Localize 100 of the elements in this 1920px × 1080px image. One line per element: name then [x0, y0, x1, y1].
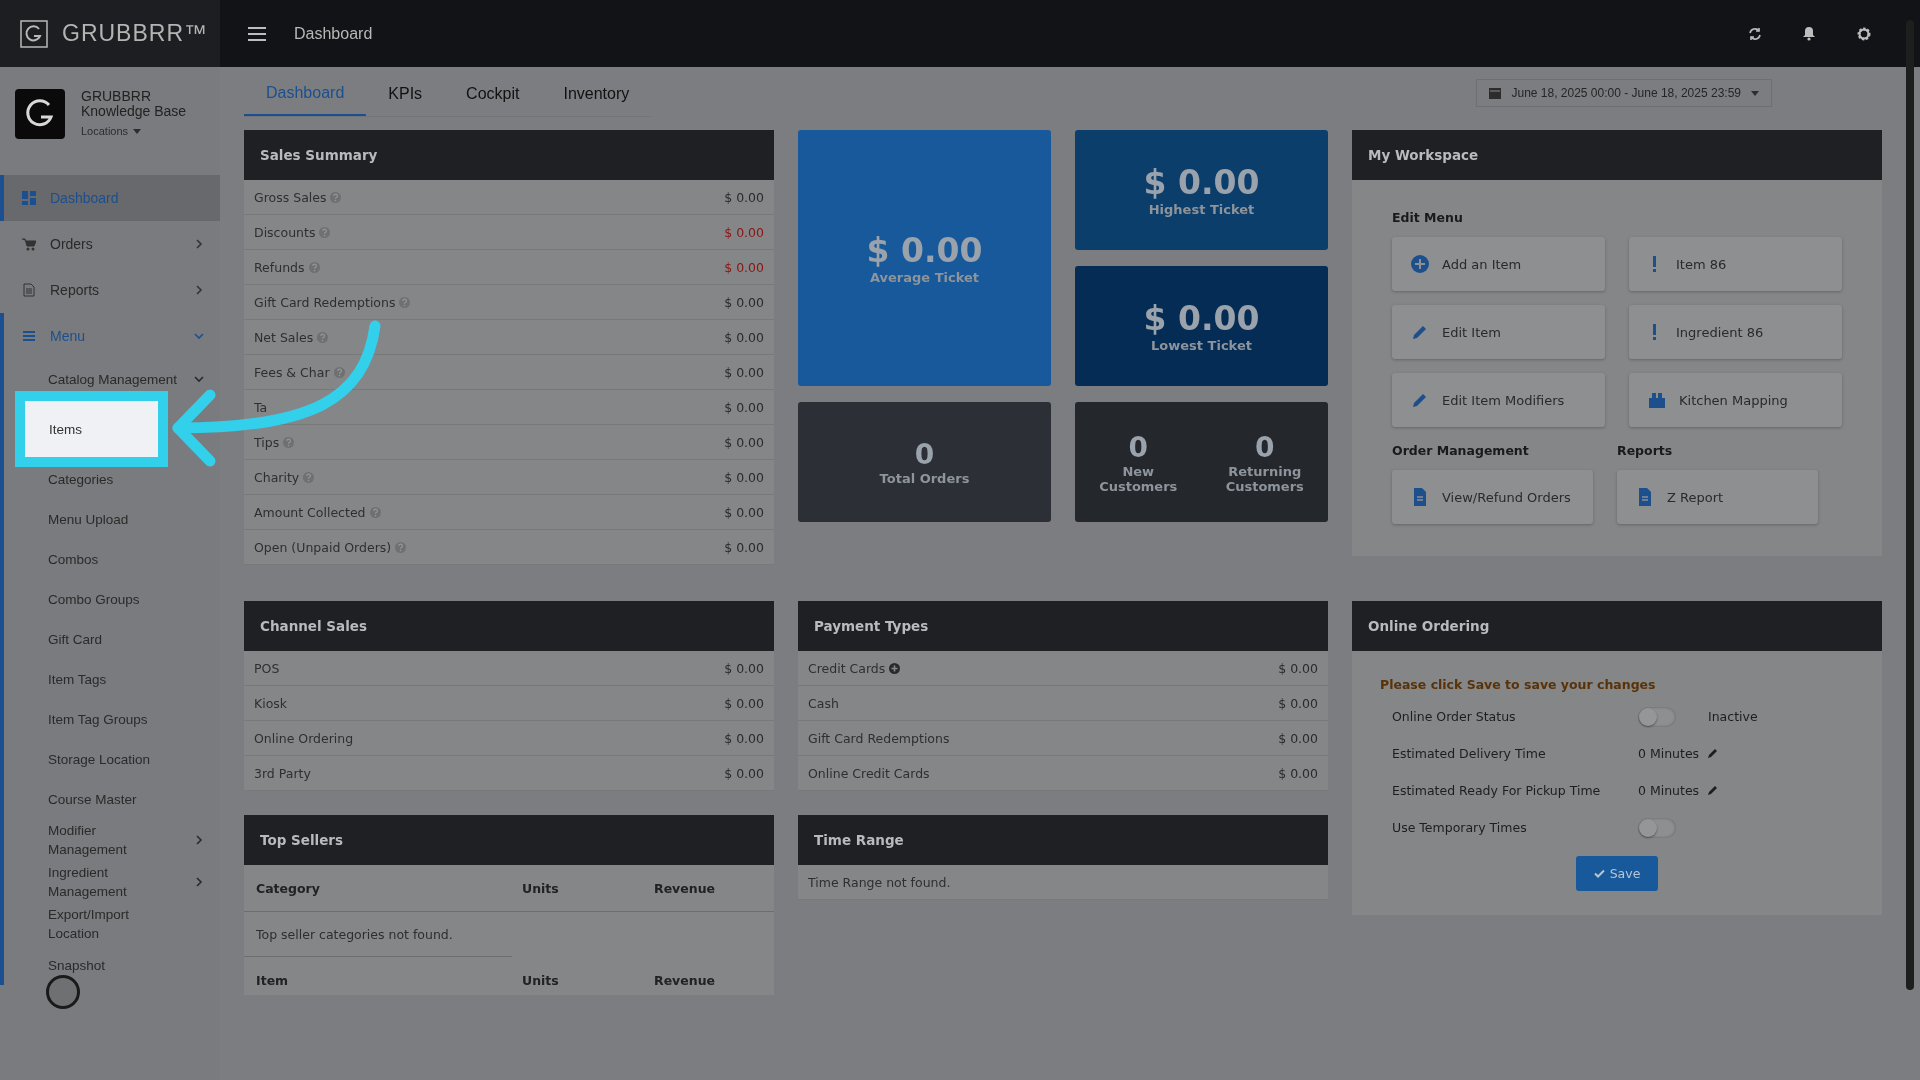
help-icon[interactable]: [319, 226, 331, 238]
notification-bell-icon[interactable]: [1802, 26, 1816, 41]
help-icon[interactable]: [317, 331, 329, 343]
empty-message: Top seller categories not found.: [256, 926, 453, 942]
setting-label: Use Temporary Times: [1392, 820, 1528, 835]
workspace-action-button[interactable]: Kitchen Mapping: [1629, 373, 1842, 427]
sidebar-subitem[interactable]: Catalog Management: [4, 359, 220, 399]
status-text: Inactive: [1708, 709, 1758, 724]
account-logo-icon: [15, 89, 65, 139]
tab[interactable]: KPIs: [366, 69, 445, 116]
setting-label: Estimated Delivery Time: [1392, 746, 1547, 761]
sidebar-subitem[interactable]: Modifier Management: [4, 819, 220, 861]
sidebar-item[interactable]: Menu: [0, 313, 220, 359]
sidebar-item[interactable]: Orders: [0, 221, 220, 267]
panel-title: Top Sellers: [244, 815, 774, 865]
checkmark-icon: [1593, 869, 1605, 878]
row-value: $ 0.00: [724, 189, 764, 205]
help-icon[interactable]: [333, 366, 345, 378]
sidebar-subitem[interactable]: Export/Import Location: [4, 903, 220, 945]
refresh-icon[interactable]: [1748, 26, 1762, 41]
help-icon[interactable]: [303, 471, 315, 483]
sidebar-subitem[interactable]: Menu Upload: [4, 499, 220, 539]
row-label: 3rd Party: [254, 765, 311, 781]
row-value: $ 0.00: [724, 504, 764, 520]
tab[interactable]: Cockpit: [444, 69, 542, 116]
sidebar-item[interactable]: Reports: [0, 267, 220, 313]
pencil-icon[interactable]: [1707, 785, 1719, 796]
help-icon[interactable]: [330, 191, 342, 203]
row-label: Refunds: [254, 259, 305, 275]
panel-title: Time Range: [798, 815, 1328, 865]
chevron-icon: [194, 285, 204, 295]
toggle-switch[interactable]: [1638, 817, 1676, 838]
pencil-icon[interactable]: [1707, 748, 1719, 759]
toggle-switch[interactable]: [1638, 706, 1676, 727]
setting-label: Online Order Status: [1392, 709, 1517, 724]
row-label: Gross Sales: [254, 189, 327, 205]
panel-title: Online Ordering: [1352, 601, 1882, 651]
menu-icon[interactable]: [248, 26, 266, 41]
locations-dropdown[interactable]: Locations: [81, 125, 201, 137]
dashboard-icon: [22, 191, 36, 205]
workspace-action-button[interactable]: Edit Item Modifiers: [1392, 373, 1605, 427]
help-icon[interactable]: [395, 541, 407, 553]
stat-label: Highest Ticket: [1148, 202, 1255, 217]
row-value: $ 0.00: [724, 765, 764, 781]
expand-icon[interactable]: [889, 662, 901, 674]
help-icon[interactable]: [369, 506, 381, 518]
row-label: Charity: [254, 469, 300, 485]
sidebar-subitem[interactable]: Combos: [4, 539, 220, 579]
tab[interactable]: Dashboard: [244, 69, 367, 116]
workspace-action-button[interactable]: View/Refund Orders: [1392, 470, 1593, 524]
chat-widget-icon[interactable]: [46, 975, 80, 1009]
help-icon[interactable]: [399, 296, 411, 308]
row-label: Online Ordering: [254, 730, 354, 746]
help-icon[interactable]: [283, 436, 295, 448]
scrollbar[interactable]: [1906, 20, 1914, 990]
row-value: $ 0.00: [724, 660, 764, 676]
caret-icon: [133, 128, 142, 134]
column-header: Revenue: [654, 880, 715, 896]
sidebar-subitem[interactable]: Course Master: [4, 779, 220, 819]
sidebar-subitem[interactable]: Combo Groups: [4, 579, 220, 619]
stat-value: 0: [1128, 430, 1148, 464]
account-name: GRUBBRR Knowledge Base: [81, 89, 188, 119]
stat-label: Total Orders: [879, 471, 970, 486]
row-value: $ 0.00: [724, 730, 764, 746]
column-header: Units: [522, 972, 560, 988]
row-value: $ 0.00: [724, 434, 764, 450]
brand-name: GRUBBRR™: [62, 20, 208, 47]
logo-icon: [20, 19, 48, 48]
sidebar-subitem[interactable]: Snapshot: [4, 945, 220, 985]
help-icon[interactable]: [308, 261, 320, 273]
sidebar-subitem[interactable]: Item Tag Groups: [4, 699, 220, 739]
workspace-action-button[interactable]: Z Report: [1617, 470, 1818, 524]
row-label: Tips: [254, 434, 280, 450]
column-header: Revenue: [654, 972, 715, 988]
workspace-action-button[interactable]: Ingredient 86: [1629, 305, 1842, 359]
sidebar-subitem[interactable]: Item Tags: [4, 659, 220, 699]
date-range-picker[interactable]: June 18, 2025 00:00 - June 18, 2025 23:59: [1476, 79, 1772, 107]
tab[interactable]: Inventory: [541, 69, 652, 116]
panel-title: Payment Types: [798, 601, 1328, 651]
sidebar-subitem[interactable]: Ingredient Management: [4, 861, 220, 903]
sidebar-subitem[interactable]: Storage Location: [4, 739, 220, 779]
page-title: Dashboard: [294, 24, 373, 43]
row-value: $ 0.00: [1278, 660, 1318, 676]
sidebar-subitem[interactable]: Gift Card: [4, 619, 220, 659]
sidebar-subitem[interactable]: Categories: [4, 459, 220, 499]
panel-title: My Workspace: [1352, 130, 1882, 180]
stat-value: $ 0.00: [1143, 163, 1260, 202]
chevron-icon: [194, 877, 204, 887]
setting-value: 0 Minutes: [1638, 746, 1700, 761]
notice-text: Please click Save to save your changes: [1380, 677, 1657, 692]
row-value: $ 0.00: [1278, 765, 1318, 781]
workspace-action-button[interactable]: Item 86: [1629, 237, 1842, 291]
workspace-action-button[interactable]: Edit Item: [1392, 305, 1605, 359]
save-button[interactable]: Save: [1575, 856, 1659, 891]
workspace-action-button[interactable]: Add an Item: [1392, 237, 1605, 291]
section-title: Reports: [1617, 443, 1674, 458]
setting-label: Estimated Ready For Pickup Time: [1392, 783, 1602, 798]
settings-icon[interactable]: [1856, 25, 1872, 42]
stat-value: $ 0.00: [1143, 299, 1260, 338]
row-value: $ 0.00: [1278, 695, 1318, 711]
